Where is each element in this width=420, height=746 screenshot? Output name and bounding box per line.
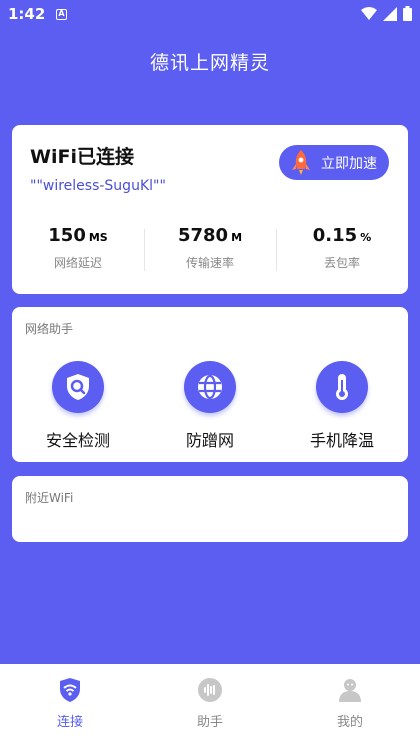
status-icons bbox=[361, 6, 412, 21]
wifi-shield-icon bbox=[57, 677, 83, 703]
nav-label: 我的 bbox=[336, 715, 363, 730]
user-icon bbox=[337, 677, 363, 703]
tool-security-check[interactable]: 安全检测 bbox=[12, 361, 144, 451]
nav-assistant[interactable]: 助手 bbox=[140, 664, 280, 746]
stat-label: 丢包率 bbox=[323, 256, 360, 270]
bottom-nav: 连接 助手 我的 bbox=[0, 664, 420, 746]
boost-button[interactable]: 立即加速 bbox=[279, 145, 389, 180]
status-bar: 1:42 A bbox=[0, 0, 420, 30]
voice-icon bbox=[197, 677, 223, 703]
wifi-signal-icon bbox=[361, 6, 377, 20]
stat-latency: 150 MS 网络延迟 bbox=[12, 225, 144, 277]
tools-row: 安全检测 防蹭网 手机降温 bbox=[12, 361, 408, 451]
battery-icon bbox=[403, 6, 412, 21]
globe-icon bbox=[184, 361, 236, 413]
tool-label: 手机降温 bbox=[309, 431, 374, 450]
notification-icon: A bbox=[56, 9, 67, 20]
tool-phone-cooling[interactable]: 手机降温 bbox=[276, 361, 408, 451]
wifi-ssid: ""wireless-SuguKl"" bbox=[30, 178, 166, 194]
tool-anti-leech[interactable]: 防蹭网 bbox=[144, 361, 276, 451]
thermometer-icon bbox=[316, 361, 368, 413]
network-assistant-card: 网络助手 安全检测 防蹭网 手机降温 bbox=[12, 307, 408, 462]
nearby-wifi-card: 附近WiFi bbox=[12, 476, 408, 542]
tool-label: 防蹭网 bbox=[185, 431, 234, 450]
stat-packet-loss: 0.15% 丢包率 bbox=[276, 225, 408, 277]
shield-search-icon bbox=[52, 361, 104, 413]
boost-button-label: 立即加速 bbox=[321, 155, 377, 172]
wifi-status-card: WiFi已连接 ""wireless-SuguKl"" 立即加速 150 MS 网… bbox=[12, 125, 408, 294]
stats-row: 150 MS 网络延迟 5780 M 传输速率 0.15% 丢包率 bbox=[12, 225, 408, 277]
status-time: 1:42 bbox=[8, 5, 46, 23]
nav-connect[interactable]: 连接 bbox=[0, 664, 140, 746]
stat-value: 5780 bbox=[177, 225, 229, 246]
cell-signal-icon bbox=[383, 6, 397, 21]
rocket-icon bbox=[289, 149, 313, 176]
nav-label: 助手 bbox=[196, 715, 223, 730]
nav-label: 连接 bbox=[56, 715, 83, 730]
stat-value: 150 bbox=[48, 225, 86, 246]
section-label: 网络助手 bbox=[25, 322, 74, 336]
stat-value: 0.15 bbox=[312, 225, 358, 246]
stat-speed: 5780 M 传输速率 bbox=[144, 225, 276, 277]
wifi-status-title: WiFi已连接 bbox=[30, 146, 134, 168]
section-label: 附近WiFi bbox=[25, 491, 74, 505]
stat-label: 网络延迟 bbox=[53, 256, 102, 270]
stat-unit: % bbox=[360, 231, 372, 244]
stat-unit: M bbox=[231, 231, 243, 244]
nav-profile[interactable]: 我的 bbox=[280, 664, 420, 746]
app-title: 德讯上网精灵 bbox=[149, 52, 270, 74]
stat-label: 传输速率 bbox=[185, 256, 234, 270]
tool-label: 安全检测 bbox=[45, 431, 110, 450]
stat-unit: MS bbox=[88, 231, 108, 244]
